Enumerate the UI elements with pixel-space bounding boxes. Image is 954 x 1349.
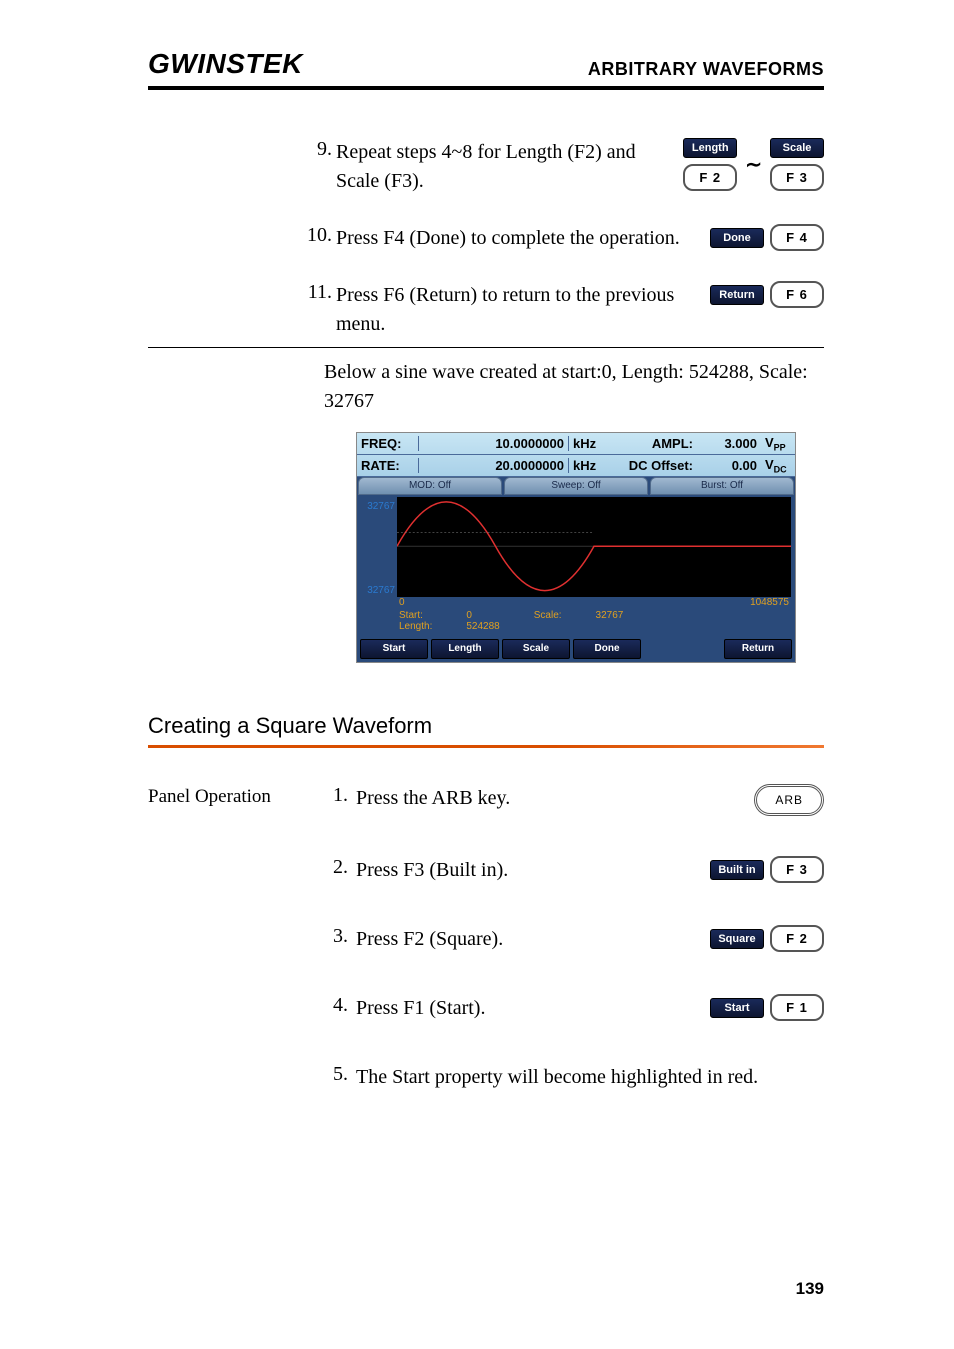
length-softkey[interactable]: Length — [683, 138, 737, 158]
step-number: 3. — [324, 925, 350, 948]
step-1: 1. Press the ARB key. ARB — [324, 784, 824, 816]
dev-scale-softkey: Scale — [502, 639, 570, 659]
step-10: 10. Press F4 (Done) to complete the oper… — [148, 224, 824, 253]
arb-key[interactable]: ARB — [754, 784, 824, 816]
freq-value: 10.0000000 — [419, 436, 569, 451]
done-softkey[interactable]: Done — [710, 228, 764, 248]
step-number: 10. — [148, 224, 336, 247]
step-text: Press F2 (Square). — [350, 925, 710, 954]
step-text: Press F6 (Return) to return to the previ… — [336, 281, 710, 339]
step-number: 4. — [324, 994, 350, 1017]
start-softkey[interactable]: Start — [710, 998, 764, 1018]
ampl-label: AMPL: — [607, 436, 697, 451]
freq-unit: kHz — [569, 436, 607, 451]
sweep-tab: Sweep: Off — [504, 477, 648, 495]
burst-tab: Burst: Off — [650, 477, 794, 495]
step-4: 4. Press F1 (Start). Start F 1 — [324, 994, 824, 1023]
page-number: 139 — [796, 1279, 824, 1299]
step-5: 5. The Start property will become highli… — [324, 1063, 824, 1092]
step-2: 2. Press F3 (Built in). Built in F 3 — [324, 856, 824, 885]
ampl-value: 3.000 — [697, 436, 761, 451]
caption: Below a sine wave created at start:0, Le… — [324, 358, 824, 416]
f3-key[interactable]: F 3 — [770, 856, 824, 883]
waveform-plot — [397, 497, 791, 597]
step-9: 9. Repeat steps 4~8 for Length (F2) and … — [148, 138, 824, 196]
builtin-softkey[interactable]: Built in — [710, 860, 764, 880]
brand-logo: GWINSTEK — [148, 48, 303, 80]
rate-value: 20.0000000 — [419, 458, 569, 473]
y-high: 32767 — [361, 501, 395, 512]
mod-tab: MOD: Off — [358, 477, 502, 495]
dcoffset-label: DC Offset: — [607, 458, 697, 473]
freq-label: FREQ: — [357, 436, 419, 451]
section-title: ARBITRARY WAVEFORMS — [588, 59, 824, 80]
x-min: 0 — [399, 597, 405, 608]
dcoffset-value: 0.00 — [697, 458, 761, 473]
step-text: Press F3 (Built in). — [350, 856, 710, 885]
device-info-bar: Start: Length: 0 524288 Scale: 32767 — [357, 608, 795, 636]
device-screenshot: FREQ: 10.0000000 kHz AMPL: 3.000 VPP RAT… — [356, 432, 796, 663]
f2-key[interactable]: F 2 — [770, 925, 824, 952]
step-11: 11. Press F6 (Return) to return to the p… — [148, 281, 824, 339]
square-softkey[interactable]: Square — [710, 929, 764, 949]
f1-key[interactable]: F 1 — [770, 994, 824, 1021]
step-number: 2. — [324, 856, 350, 879]
step-text: The Start property will become highlight… — [350, 1063, 824, 1092]
x-max: 1048575 — [750, 597, 789, 608]
orange-divider — [148, 745, 824, 748]
section-heading: Creating a Square Waveform — [148, 713, 824, 739]
dev-done-softkey: Done — [573, 639, 641, 659]
dev-start-softkey: Start — [360, 639, 428, 659]
dev-return-softkey: Return — [724, 639, 792, 659]
y-low: 32767 — [361, 585, 395, 596]
divider — [148, 347, 824, 348]
f4-key[interactable]: F 4 — [770, 224, 824, 251]
dcoffset-unit: VDC — [761, 457, 795, 475]
rate-unit: kHz — [569, 458, 607, 473]
f2-key[interactable]: F 2 — [683, 164, 737, 191]
step-number: 5. — [324, 1063, 350, 1086]
f3-key[interactable]: F 3 — [770, 164, 824, 191]
rate-label: RATE: — [357, 458, 419, 473]
step-number: 1. — [324, 784, 350, 807]
panel-operation-label: Panel Operation — [148, 784, 324, 1092]
step-text: Press the ARB key. — [350, 784, 754, 813]
step-text: Press F1 (Start). — [350, 994, 710, 1023]
step-number: 11. — [148, 281, 336, 304]
page-header: GWINSTEK ARBITRARY WAVEFORMS — [148, 48, 824, 90]
step-3: 3. Press F2 (Square). Square F 2 — [324, 925, 824, 954]
step-text: Press F4 (Done) to complete the operatio… — [336, 224, 710, 253]
tilde-icon: ∼ — [743, 152, 764, 177]
scale-softkey[interactable]: Scale — [770, 138, 824, 158]
step-number: 9. — [148, 138, 336, 161]
return-softkey[interactable]: Return — [710, 285, 764, 305]
step-text: Repeat steps 4~8 for Length (F2) and Sca… — [336, 138, 683, 196]
f6-key[interactable]: F 6 — [770, 281, 824, 308]
dev-length-softkey: Length — [431, 639, 499, 659]
ampl-unit: VPP — [761, 435, 795, 453]
